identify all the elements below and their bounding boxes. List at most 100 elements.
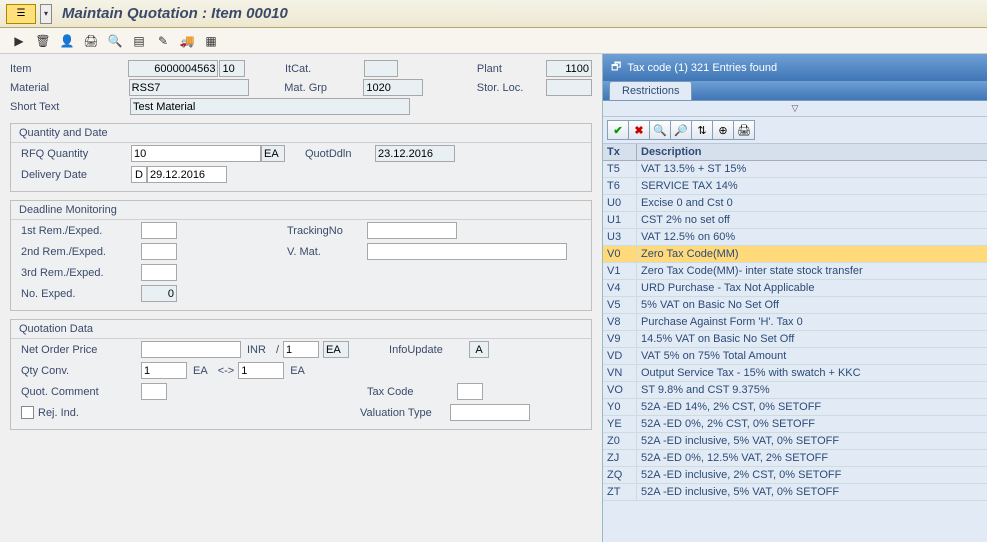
collapse-icon[interactable]: ▽ [603,101,987,117]
taxcode-cell-desc: VAT 5% on 75% Total Amount [637,348,987,364]
quotcomment-label: Quot. Comment [21,386,141,398]
taxcode-cell-tx: T5 [603,161,637,177]
taxcode-cell-desc: Excise 0 and Cst 0 [637,195,987,211]
vmat-field[interactable] [367,243,567,260]
taxcode-cell-tx: Y0 [603,399,637,415]
taxcode-cell-desc: Output Service Tax - 15% with swatch + K… [637,365,987,381]
quotddln-field[interactable] [375,145,455,162]
delivdate-cat-field[interactable] [131,166,147,183]
rem3-label: 3rd Rem./Exped. [21,267,141,279]
user-icon[interactable]: 👤 [58,32,76,50]
rfqqty-field[interactable] [131,145,261,162]
taxcode-row[interactable]: ZJ52A -ED 0%, 12.5% VAT, 2% SETOFF [603,450,987,467]
taxcode-row[interactable]: ZT52A -ED inclusive, 5% VAT, 0% SETOFF [603,484,987,501]
rem2-field[interactable] [141,243,177,260]
taxcode-row[interactable]: V8Purchase Against Form 'H'. Tax 0 [603,314,987,331]
print-popup-icon[interactable]: 🖨 [733,120,755,140]
qtyconv-label: Qty Conv. [21,365,141,377]
find-next-icon[interactable]: 🔎 [670,120,692,140]
quantity-date-group: Quantity and Date RFQ Quantity QuotDdln … [10,123,592,192]
valtype-field[interactable] [450,404,530,421]
itcat-label: ItCat. [285,63,364,75]
menu-dropdown-icon[interactable]: ▾ [40,4,52,24]
taxcode-row[interactable]: U1CST 2% no set off [603,212,987,229]
taxcode-cell-tx: V4 [603,280,637,296]
taxcode-row[interactable]: Z052A -ED inclusive, 5% VAT, 0% SETOFF [603,433,987,450]
menu-icon[interactable]: ☰ [6,4,36,24]
taxcode-cell-tx: VO [603,382,637,398]
taxcode-row[interactable]: Y052A -ED 14%, 2% CST, 0% SETOFF [603,399,987,416]
execute-icon[interactable]: ▶ [10,32,28,50]
taxcode-cell-tx: Z0 [603,433,637,449]
taxcode-cell-desc: 52A -ED 0%, 2% CST, 0% SETOFF [637,416,987,432]
col-desc-header[interactable]: Description [637,144,987,160]
sort-icon[interactable]: ⇅ [691,120,713,140]
deadline-group: Deadline Monitoring 1st Rem./Exped. Trac… [10,200,592,311]
taxcode-row[interactable]: V914.5% VAT on Basic No Set Off [603,331,987,348]
quotcomment-field[interactable] [141,383,167,400]
taxcode-cell-tx: U1 [603,212,637,228]
deadline-title: Deadline Monitoring [11,201,591,220]
calendar-icon[interactable]: ▦ [202,32,220,50]
taxcode-cell-tx: V1 [603,263,637,279]
taxcode-row[interactable]: T5VAT 13.5% + ST 15% [603,161,987,178]
rejind-checkbox[interactable] [21,406,34,419]
taxcode-row[interactable]: VNOutput Service Tax - 15% with swatch +… [603,365,987,382]
taxcode-row[interactable]: VOST 9.8% and CST 9.375% [603,382,987,399]
qtyconv1-field[interactable] [141,362,187,379]
list-icon[interactable]: ▤ [130,32,148,50]
taxcode-row[interactable]: V4URD Purchase - Tax Not Applicable [603,280,987,297]
qtyconv2-field[interactable] [238,362,284,379]
window-titlebar: ☰ ▾ Maintain Quotation : Item 00010 [0,0,987,28]
taxcode-row[interactable]: U0Excise 0 and Cst 0 [603,195,987,212]
shorttext-field[interactable] [130,98,410,115]
delete-icon[interactable]: 🗑 [34,32,52,50]
matgrp-field[interactable] [363,79,423,96]
qtyconv1-uom: EA [187,365,214,377]
taxcode-row[interactable]: V55% VAT on Basic No Set Off [603,297,987,314]
storloc-field[interactable] [546,79,592,96]
netprice-field[interactable] [141,341,241,358]
delivdate-field[interactable] [147,166,227,183]
item-line-field[interactable] [219,60,245,77]
taxcode-cell-desc: Zero Tax Code(MM) [637,246,987,262]
edit-icon[interactable]: ✎ [154,32,172,50]
personal-list-icon[interactable]: ⊕ [712,120,734,140]
taxcode-cell-tx: YE [603,416,637,432]
taxcode-cell-desc: 14.5% VAT on Basic No Set Off [637,331,987,347]
noexped-field [141,285,177,302]
taxcode-cell-desc: 52A -ED inclusive, 5% VAT, 0% SETOFF [637,433,987,449]
taxcode-row[interactable]: V0Zero Tax Code(MM) [603,246,987,263]
taxcode-cell-desc: CST 2% no set off [637,212,987,228]
taxcode-row[interactable]: YE52A -ED 0%, 2% CST, 0% SETOFF [603,416,987,433]
truck-icon[interactable]: 🚚 [178,32,196,50]
accept-icon[interactable]: ✔ [607,120,629,140]
print-icon[interactable]: 🖨 [82,32,100,50]
taxcode-field[interactable] [457,383,483,400]
plant-field[interactable] [546,60,592,77]
priceper-field[interactable] [283,341,319,358]
infoupdate-field[interactable] [469,341,489,358]
taxcode-cell-desc: 52A -ED inclusive, 2% CST, 0% SETOFF [637,467,987,483]
storloc-label: Stor. Loc. [477,82,546,94]
col-tx-header[interactable]: Tx [603,144,637,160]
tab-restrictions[interactable]: Restrictions [609,81,692,100]
tracking-field[interactable] [367,222,457,239]
taxcode-row[interactable]: T6SERVICE TAX 14% [603,178,987,195]
taxcode-label: Tax Code [367,386,457,398]
taxcode-cell-tx: ZJ [603,450,637,466]
taxcode-row[interactable]: V1Zero Tax Code(MM)- inter state stock t… [603,263,987,280]
taxcode-row[interactable]: U3VAT 12.5% on 60% [603,229,987,246]
taxcode-row[interactable]: VDVAT 5% on 75% Total Amount [603,348,987,365]
item-number-field[interactable] [128,60,218,77]
material-field[interactable] [129,79,249,96]
vmat-label: V. Mat. [287,246,367,258]
rem1-field[interactable] [141,222,177,239]
taxcode-row[interactable]: ZQ52A -ED inclusive, 2% CST, 0% SETOFF [603,467,987,484]
find-icon[interactable]: 🔍 [106,32,124,50]
find-popup-icon[interactable]: 🔍 [649,120,671,140]
cancel-icon[interactable]: ✖ [628,120,650,140]
rem3-field[interactable] [141,264,177,281]
itcat-field[interactable] [364,60,398,77]
taxcode-cell-desc: 52A -ED inclusive, 5% VAT, 0% SETOFF [637,484,987,500]
